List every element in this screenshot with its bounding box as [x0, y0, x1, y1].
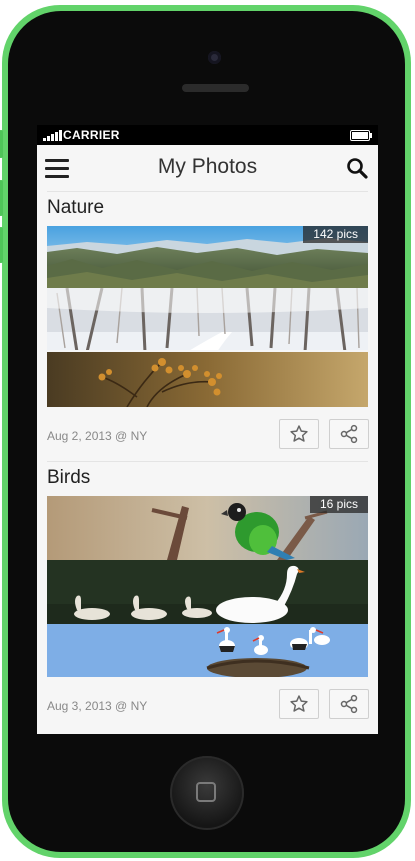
app-screen: CARRIER My Photos Nature 142 pics Aug 2,… — [37, 125, 378, 734]
share-icon — [340, 694, 358, 714]
share-icon — [340, 424, 358, 444]
page-title: My Photos — [157, 155, 258, 178]
share-button[interactable] — [329, 419, 369, 449]
album-photo-stack[interactable]: 142 pics — [47, 226, 368, 407]
mute-switch — [0, 130, 3, 158]
volume-down-button — [0, 227, 3, 263]
star-icon — [290, 425, 308, 442]
earpiece-speaker — [182, 84, 249, 92]
album-card-nature: Nature 142 pics Aug 2, 2013 @ NY — [37, 191, 378, 463]
share-button[interactable] — [329, 689, 369, 719]
favorite-button[interactable] — [279, 419, 319, 449]
snowy-forest-photo[interactable] — [47, 288, 368, 350]
album-list: Nature 142 pics Aug 2, 2013 @ NY Birds 1… — [37, 191, 378, 734]
home-button[interactable] — [170, 756, 244, 830]
swans-photo[interactable] — [47, 560, 368, 624]
photo-count-badge: 142 pics — [303, 226, 368, 243]
divider — [47, 461, 368, 462]
album-photo-stack[interactable]: 16 pics — [47, 496, 368, 677]
carrier-label: CARRIER — [63, 128, 120, 142]
volume-up-button — [0, 180, 3, 216]
album-date-location: Aug 2, 2013 @ NY — [47, 429, 148, 443]
photo-count-badge: 16 pics — [309, 496, 368, 513]
storks-photo[interactable] — [47, 624, 368, 677]
album-title[interactable]: Birds — [47, 467, 90, 489]
home-square-icon — [196, 782, 216, 802]
divider — [47, 191, 368, 192]
battery-icon — [350, 130, 372, 141]
star-icon — [290, 695, 308, 712]
dried-flowers-photo[interactable] — [47, 352, 368, 407]
album-card-birds: Birds 16 pics Aug 3, 2013 @ NY — [37, 461, 378, 734]
front-camera — [208, 51, 221, 64]
album-title[interactable]: Nature — [47, 197, 104, 219]
signal-icon — [43, 130, 65, 141]
album-date-location: Aug 3, 2013 @ NY — [47, 699, 148, 713]
favorite-button[interactable] — [279, 689, 319, 719]
status-bar: CARRIER — [37, 125, 378, 145]
navigation-bar: My Photos — [37, 145, 378, 191]
search-icon[interactable] — [346, 157, 368, 179]
